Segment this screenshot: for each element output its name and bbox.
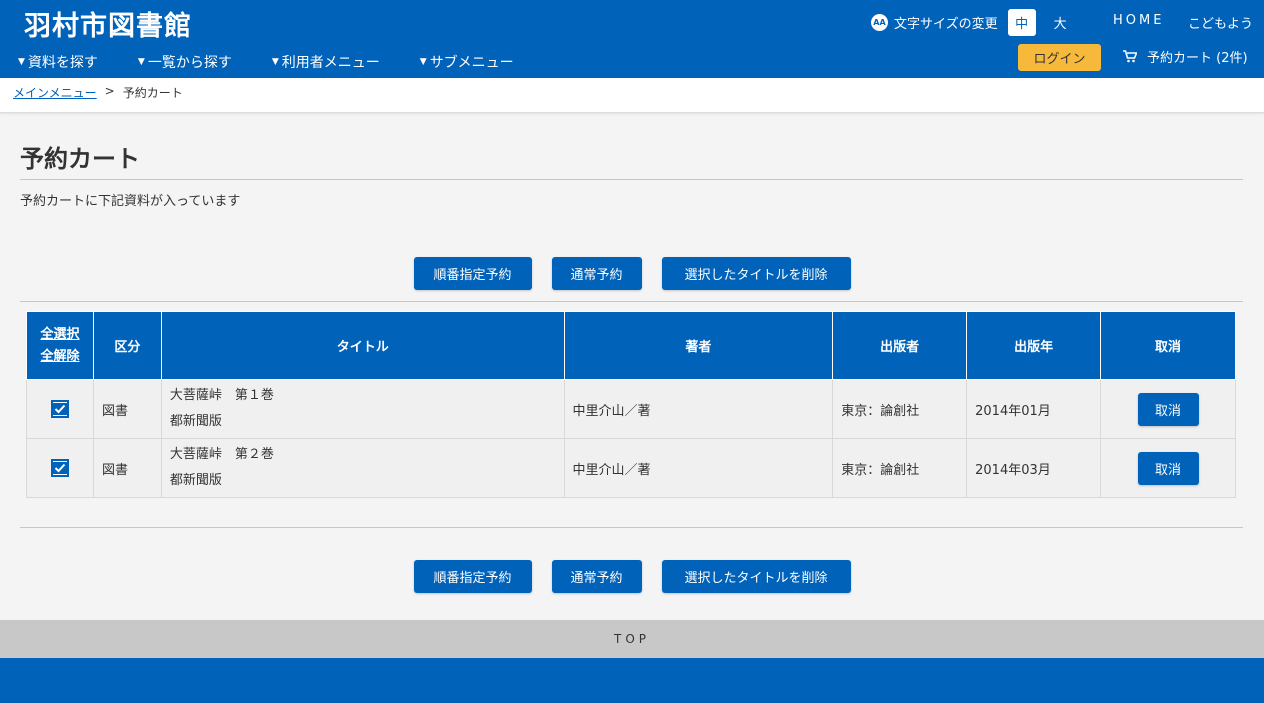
page-title: 予約カート xyxy=(20,145,140,173)
delete-selected-button[interactable]: 選択したタイトルを削除 xyxy=(661,257,851,290)
ordered-reserve-button[interactable]: 順番指定予約 xyxy=(413,560,532,593)
delete-selected-button[interactable]: 選択したタイトルを削除 xyxy=(661,560,851,593)
cancel-cell: 取消 xyxy=(1100,379,1236,439)
intro-text: 予約カートに下記資料が入っています xyxy=(20,194,241,209)
caret-down-icon: ▼ xyxy=(18,57,25,67)
divider xyxy=(20,527,1243,528)
nav-browse-lists[interactable]: ▼ 一覧から探す xyxy=(138,52,232,72)
select-all-link[interactable]: 全選択 xyxy=(27,324,93,346)
font-size-control: AA 文字サイズの変更 中 大 xyxy=(871,9,1067,36)
cart-table: 全選択 全解除 区分 タイトル 著者 出版者 出版年 取消 図書 大菩薩峠 第１… xyxy=(26,311,1236,498)
nav-user-menu[interactable]: ▼ 利用者メニュー xyxy=(272,52,380,72)
author-cell: 中里介山／著 xyxy=(563,379,834,439)
year-cell: 2014年03月 xyxy=(966,438,1102,498)
year-cell: 2014年01月 xyxy=(966,379,1102,439)
caret-down-icon: ▼ xyxy=(419,57,427,67)
title-main: 大菩薩峠 第１巻 xyxy=(169,388,274,403)
row-checkbox-cell xyxy=(26,379,94,439)
nav-search-materials[interactable]: ▼ 資料を探す xyxy=(18,52,98,72)
title-sub: 都新聞版 xyxy=(169,414,222,429)
site-footer xyxy=(0,658,1264,703)
ordered-reserve-button[interactable]: 順番指定予約 xyxy=(413,257,532,290)
cancel-button[interactable]: 取消 xyxy=(1137,451,1199,485)
column-header-year: 出版年 xyxy=(966,311,1102,380)
breadcrumb: メインメニュー > 予約カート xyxy=(13,84,183,101)
publisher-cell: 東京：論創社 xyxy=(832,438,968,498)
site-header: 羽村市図書館 ▼ 資料を探す ▼ 一覧から探す ▼ 利用者メニュー ▼ サブメニュー A… xyxy=(0,0,1264,78)
checkmark-icon xyxy=(52,403,67,415)
table-row: 図書 大菩薩峠 第１巻 都新聞版 中里介山／著 東京：論創社 2014年01月 … xyxy=(26,379,1236,439)
cancel-cell: 取消 xyxy=(1100,438,1236,498)
title-sub: 都新聞版 xyxy=(169,473,222,488)
deselect-all-link[interactable]: 全解除 xyxy=(27,346,93,368)
publisher-cell: 東京：論創社 xyxy=(832,379,968,439)
divider xyxy=(20,301,1243,302)
checkmark-icon xyxy=(52,462,67,474)
row-checkbox-cell xyxy=(26,438,94,498)
font-size-icon: AA xyxy=(871,14,888,31)
bottom-action-buttons: 順番指定予約 通常予約 選択したタイトルを削除 xyxy=(0,560,1264,593)
normal-reserve-button[interactable]: 通常予約 xyxy=(551,257,642,290)
column-header-publisher: 出版者 xyxy=(832,311,968,380)
breadcrumb-bar: メインメニュー > 予約カート xyxy=(0,78,1264,113)
nav-sub-menu[interactable]: ▼ サブメニュー xyxy=(420,52,514,72)
select-column-header: 全選択 全解除 xyxy=(26,311,94,380)
category-cell: 図書 xyxy=(92,438,162,498)
reservation-cart-link[interactable]: 予約カート (2件) xyxy=(1123,47,1248,66)
cancel-button[interactable]: 取消 xyxy=(1137,392,1199,426)
row-checkbox[interactable] xyxy=(50,400,69,418)
cart-label: 予約カート (2件) xyxy=(1147,51,1248,66)
column-header-category: 区分 xyxy=(92,311,162,380)
column-header-author: 著者 xyxy=(563,311,834,380)
top-action-buttons: 順番指定予約 通常予約 選択したタイトルを削除 xyxy=(0,257,1264,290)
author-cell: 中里介山／著 xyxy=(563,438,834,498)
title-cell: 大菩薩峠 第２巻 都新聞版 xyxy=(160,438,565,498)
caret-down-icon: ▼ xyxy=(137,57,145,67)
breadcrumb-separator: > xyxy=(104,84,115,98)
breadcrumb-main-menu[interactable]: メインメニュー xyxy=(13,84,97,101)
category-cell: 図書 xyxy=(92,379,162,439)
main-nav: ▼ 資料を探す ▼ 一覧から探す ▼ 利用者メニュー ▼ サブメニュー xyxy=(18,52,554,72)
back-to-top-link[interactable]: TOP xyxy=(0,620,1264,658)
normal-reserve-button[interactable]: 通常予約 xyxy=(551,560,642,593)
font-size-label: 文字サイズの変更 xyxy=(894,17,998,32)
cart-icon xyxy=(1123,50,1137,63)
login-button[interactable]: ログイン xyxy=(1018,44,1101,71)
home-link[interactable]: HOME xyxy=(1113,13,1164,28)
table-row: 図書 大菩薩峠 第２巻 都新聞版 中里介山／著 東京：論創社 2014年03月 … xyxy=(26,438,1236,498)
column-header-cancel: 取消 xyxy=(1100,311,1236,380)
title-cell: 大菩薩峠 第１巻 都新聞版 xyxy=(160,379,565,439)
table-header-row: 全選択 全解除 区分 タイトル 著者 出版者 出版年 取消 xyxy=(26,311,1236,380)
font-size-medium-button[interactable]: 中 xyxy=(1007,9,1036,36)
breadcrumb-current: 予約カート xyxy=(122,86,183,100)
font-size-large-button[interactable]: 大 xyxy=(1054,13,1067,32)
site-title[interactable]: 羽村市図書館 xyxy=(24,4,192,43)
title-divider xyxy=(20,179,1243,180)
caret-down-icon: ▼ xyxy=(271,57,279,67)
kids-link[interactable]: こどもよう xyxy=(1188,13,1253,32)
row-checkbox[interactable] xyxy=(50,459,69,477)
title-main: 大菩薩峠 第２巻 xyxy=(169,447,274,462)
column-header-title: タイトル xyxy=(160,311,565,380)
